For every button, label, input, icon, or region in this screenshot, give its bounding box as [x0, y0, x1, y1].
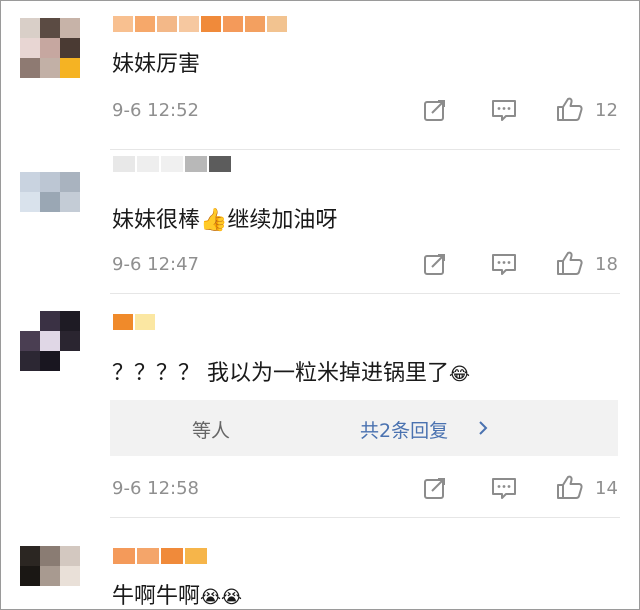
comment-text-part: 妹妹很棒👍继续加油呀 [112, 208, 338, 233]
username-pixel [245, 16, 265, 32]
avatar-pixel [40, 351, 60, 371]
avatar-pixel [60, 192, 80, 212]
divider [110, 149, 620, 150]
repost-icon[interactable] [422, 475, 450, 501]
avatar-pixel [40, 38, 60, 58]
divider [110, 293, 620, 294]
replies-box[interactable]: 等人 共2条回复 [110, 400, 618, 456]
username-pixel [113, 156, 135, 172]
username-pixel [157, 16, 177, 32]
laughing-emoji: 😂 [449, 364, 471, 385]
username-pixel [223, 16, 243, 32]
avatar-pixel [40, 58, 60, 78]
avatar-pixel [20, 351, 40, 371]
username-pixel [209, 156, 231, 172]
comment-text: 牛啊牛啊😭😭 [112, 578, 242, 610]
avatar-pixel [20, 18, 40, 38]
comment-text: ？？？？ 我以为一粒米掉进锅里了😂 [112, 355, 470, 387]
comment-text-part: 牛啊牛啊 [112, 584, 201, 609]
comment-time: 9-6 12:47 [112, 254, 199, 275]
avatar-pixel [60, 58, 80, 78]
username-pixel [135, 314, 155, 330]
username-pixel [161, 548, 183, 564]
avatar[interactable] [20, 311, 80, 371]
like-count: 12 [595, 100, 618, 121]
replies-users-label: 等人 [192, 420, 231, 442]
avatar-pixel [60, 38, 80, 58]
username-pixel [185, 156, 207, 172]
avatar-pixel [40, 18, 60, 38]
username-pixel [267, 16, 287, 32]
avatar-pixel [20, 172, 40, 192]
avatar[interactable] [20, 546, 80, 606]
avatar-pixel [20, 192, 40, 212]
view-replies-link[interactable]: 共2条回复 [360, 416, 448, 443]
username-pixel [201, 16, 221, 32]
reply-comment-icon[interactable] [490, 475, 518, 501]
screenshot-frame [0, 0, 640, 610]
like-count: 14 [595, 478, 618, 499]
avatar-pixel [20, 311, 40, 331]
username-pixel [137, 156, 159, 172]
avatar-pixel [60, 351, 80, 371]
username-pixel [113, 16, 133, 32]
avatar-pixel [60, 546, 80, 566]
avatar-pixel [60, 172, 80, 192]
crying-emoji: 😭😭 [200, 587, 243, 608]
avatar-pixel [40, 172, 60, 192]
like-count: 18 [595, 254, 618, 275]
avatar-pixel [40, 546, 60, 566]
comment-text: 妹妹很棒👍继续加油呀 [112, 202, 337, 234]
comment-text-part: ？？？？ 我以为一粒米掉进锅里了 [112, 361, 449, 386]
avatar-pixel [60, 331, 80, 351]
avatar[interactable] [20, 172, 80, 212]
avatar-pixel [20, 38, 40, 58]
divider [110, 517, 620, 518]
comment-time: 9-6 12:58 [112, 478, 199, 499]
avatar[interactable] [20, 18, 80, 78]
avatar-pixel [60, 566, 80, 586]
avatar-pixel [60, 311, 80, 331]
thumbs-up-icon[interactable] [556, 96, 584, 122]
repost-icon[interactable] [422, 97, 450, 123]
reply-comment-icon[interactable] [490, 97, 518, 123]
avatar-pixel [20, 58, 40, 78]
avatar-pixel [40, 566, 60, 586]
comment-time: 9-6 12:52 [112, 100, 199, 121]
username-pixel [137, 548, 159, 564]
avatar-pixel [20, 546, 40, 566]
avatar-pixel [20, 331, 40, 351]
avatar-pixel [20, 566, 40, 586]
username-pixel [179, 16, 199, 32]
avatar-pixel [40, 331, 60, 351]
username-pixel [113, 314, 133, 330]
reply-comment-icon[interactable] [490, 251, 518, 277]
username-pixel [135, 16, 155, 32]
repost-icon[interactable] [422, 251, 450, 277]
thumbs-up-icon[interactable] [556, 474, 584, 500]
comment-text: 妹妹厉害 [112, 52, 201, 77]
avatar-pixel [40, 311, 60, 331]
thumbs-up-icon[interactable] [556, 250, 584, 276]
username-pixel [161, 156, 183, 172]
chevron-right-icon [478, 420, 488, 440]
avatar-pixel [40, 192, 60, 212]
username-pixel [113, 548, 135, 564]
avatar-pixel [60, 18, 80, 38]
username-pixel [185, 548, 207, 564]
